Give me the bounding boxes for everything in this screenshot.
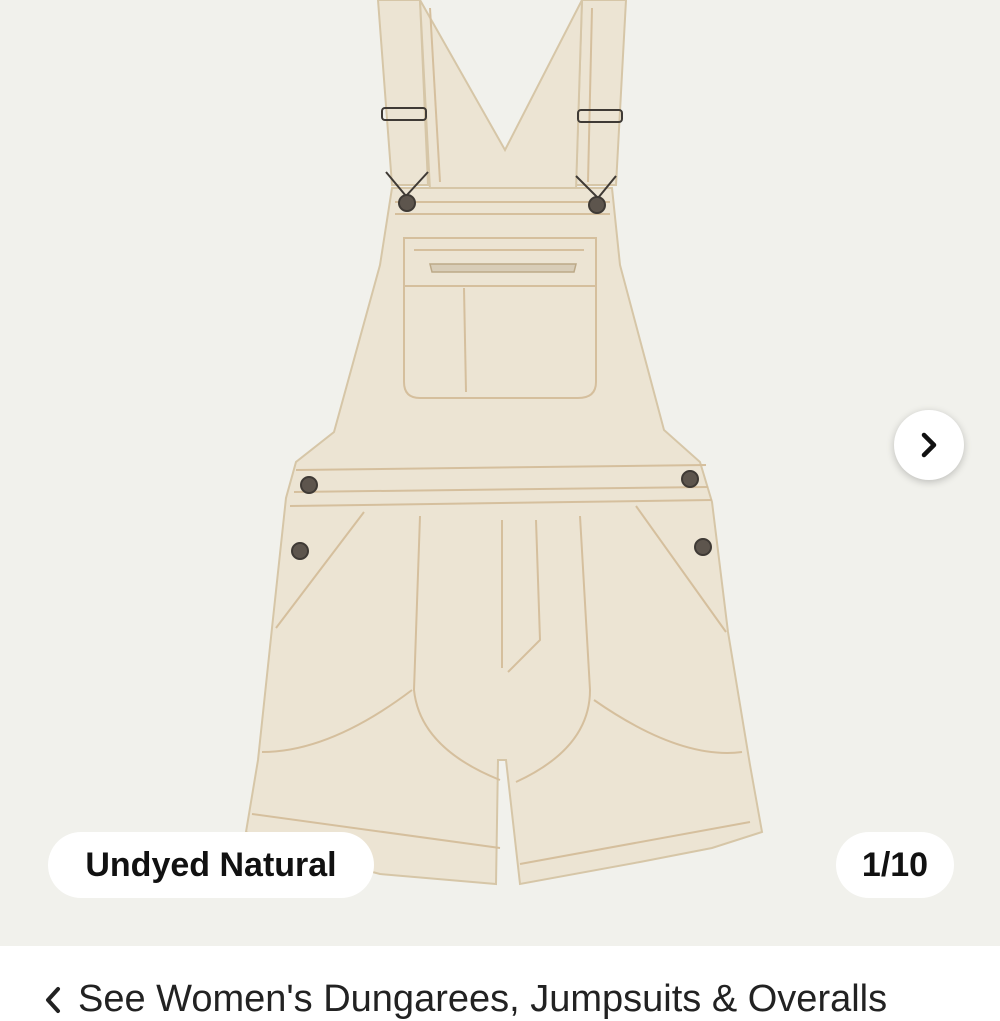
product-image (244, 0, 764, 886)
image-counter-badge: 1/10 (836, 832, 954, 898)
chevron-right-icon (921, 432, 937, 458)
image-counter: 1/10 (861, 845, 929, 884)
next-image-button[interactable] (894, 410, 964, 480)
product-image-gallery[interactable]: Undyed Natural 1/10 (0, 0, 1000, 946)
color-name-label: Undyed Natural (85, 845, 337, 884)
color-name-badge: Undyed Natural (48, 832, 374, 898)
